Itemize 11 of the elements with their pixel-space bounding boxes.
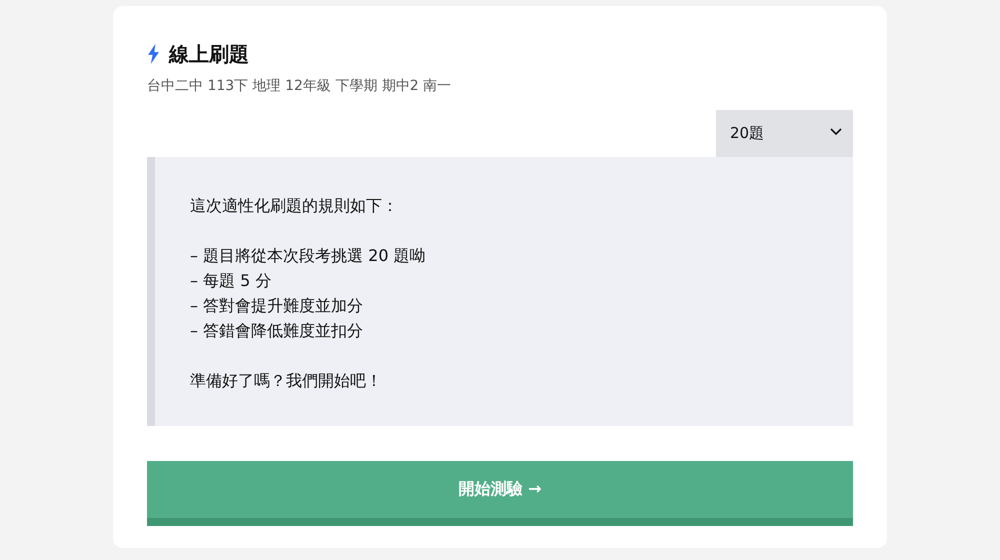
question-count-dropdown[interactable]: 20題 [716,110,853,157]
page-title: 線上刷題 [169,41,249,68]
exam-subtitle: 台中二中 113下 地理 12年級 下學期 期中2 南一 [147,77,452,96]
rule-item: – 題目將從本次段考挑選 20 題呦 [190,245,427,267]
rule-item: – 答錯會降低難度並扣分 [190,320,364,342]
rules-closing: 準備好了嗎？我們開始吧！ [190,370,383,392]
rules-intro: 這次適性化刷題的規則如下： [190,195,399,217]
rule-item: – 每題 5 分 [190,270,272,292]
rule-item: – 答對會提升難度並加分 [190,295,364,317]
lightning-icon [147,44,160,64]
chevron-down-icon [830,128,842,136]
